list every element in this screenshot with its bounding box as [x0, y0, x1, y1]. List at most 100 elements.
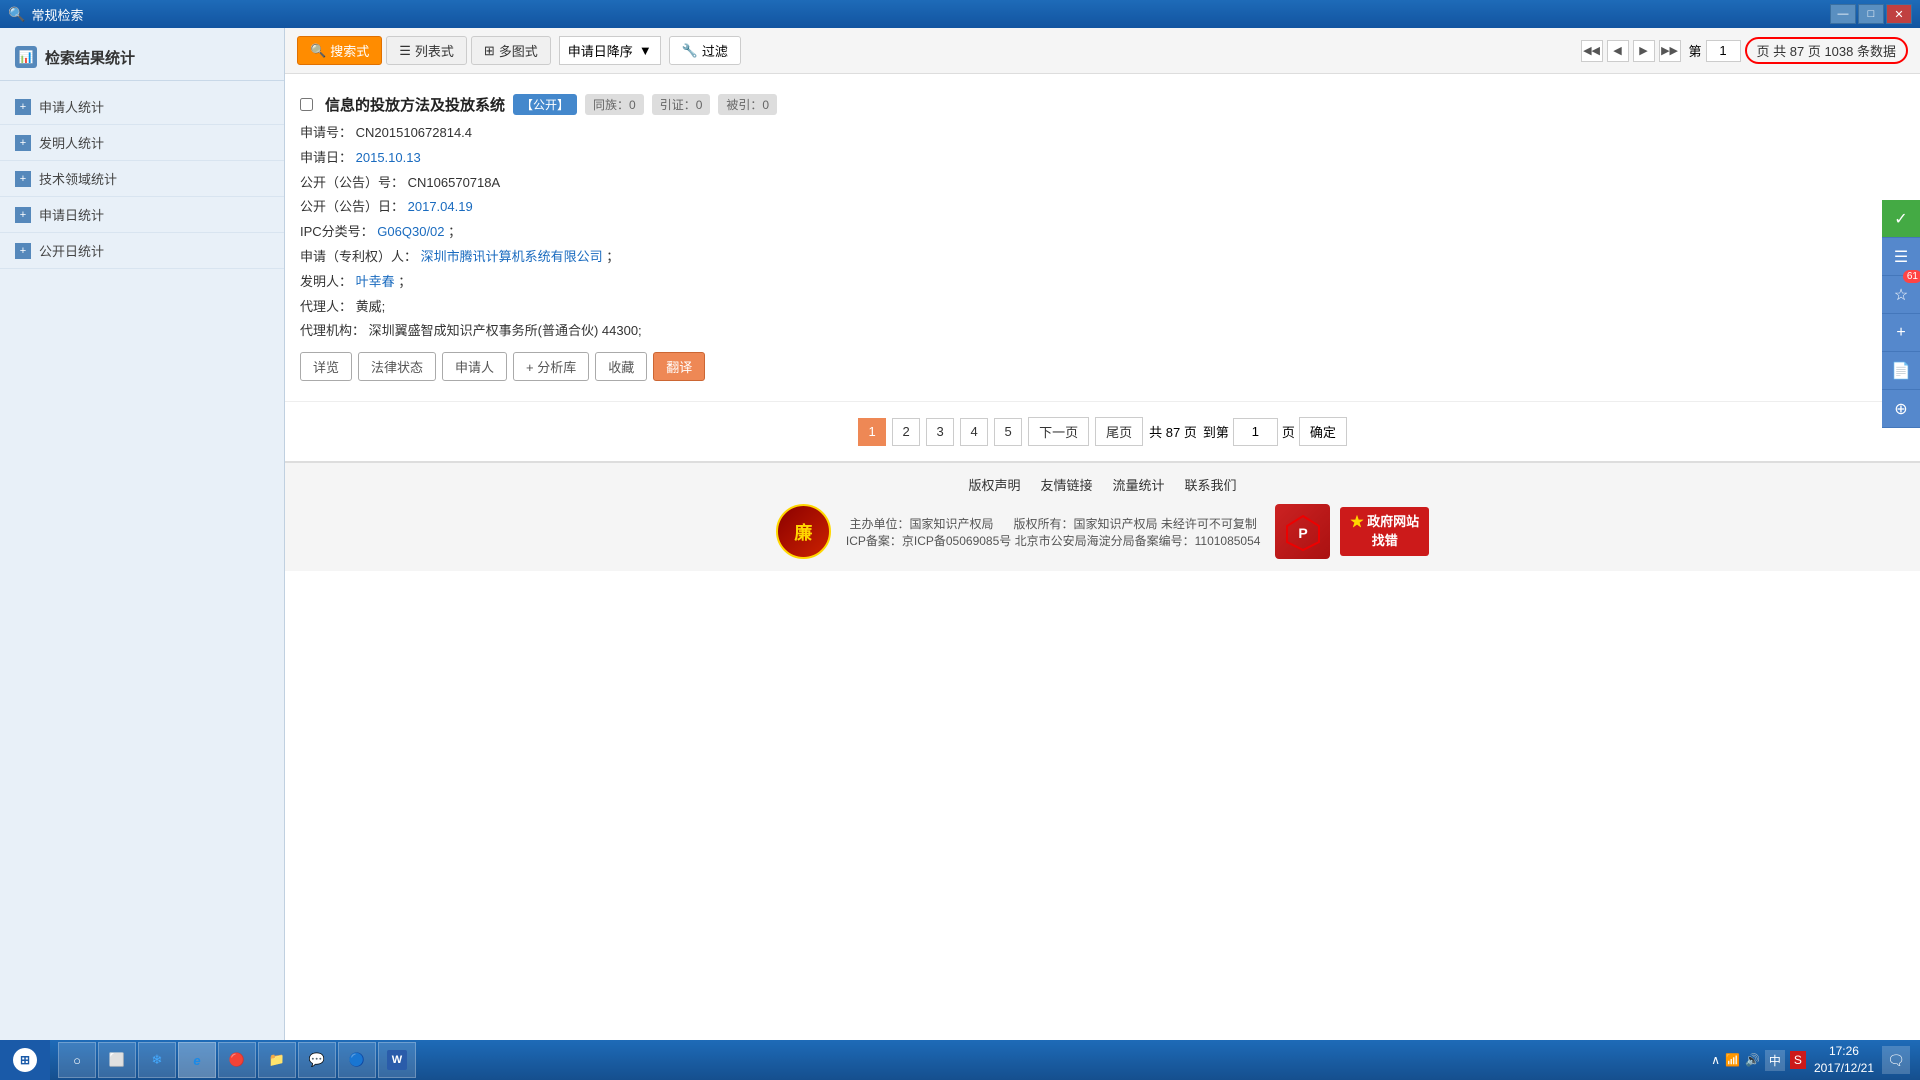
folder-app-icon: 📁 — [267, 1050, 287, 1070]
float-plus2-button[interactable]: ⊕ — [1882, 390, 1920, 428]
sort-dropdown[interactable]: 申请日降序 ▼ — [559, 36, 661, 65]
float-plus-button[interactable]: + — [1882, 314, 1920, 352]
inventor-link[interactable]: 叶幸春 — [356, 274, 395, 289]
page-number-input[interactable] — [1706, 40, 1741, 62]
taskbar-app-blue[interactable]: 🔵 — [338, 1042, 376, 1078]
blue-app-icon: 🔵 — [347, 1050, 367, 1070]
grid-mode-button[interactable]: ⊞ 多图式 — [471, 36, 551, 65]
minimize-button[interactable]: — — [1830, 4, 1856, 24]
float-check-button[interactable]: ✓ — [1882, 200, 1920, 238]
taskbar-app-red[interactable]: 🔴 — [218, 1042, 256, 1078]
footer-link-friends[interactable]: 友情链接 — [1040, 475, 1092, 494]
taskbar: ⊞ ○ ⬜ ❄ e 🔴 📁 💬 🔵 W ∧ — [0, 1040, 1920, 1080]
patent-field-appdate: 申请日： 2015.10.13 — [300, 148, 1905, 169]
agency-label: 代理机构： — [300, 323, 365, 338]
nav-first-button[interactable]: ◀◀ — [1581, 40, 1603, 62]
analyze-button[interactable]: + 分析库 — [513, 352, 589, 381]
last-page-button[interactable]: 尾页 — [1095, 417, 1143, 446]
window-controls: — □ ✕ — [1830, 4, 1912, 24]
patent-field-pubno: 公开（公告）号： CN106570718A — [300, 173, 1905, 194]
taskbar-app-cool[interactable]: ❄ — [138, 1042, 176, 1078]
expand-icon-tech: + — [15, 171, 31, 187]
search-mode-button[interactable]: 🔍 搜索式 — [297, 36, 382, 65]
total-pages-text: 共 87 页 — [1149, 422, 1197, 441]
footer-logo-area: 廉 主办单位：国家知识产权局 版权所有：国家知识产权局 未经许可不可复制 ICP… — [776, 504, 1429, 559]
pagination-nav: ◀◀ ◀ ▶ ▶▶ 第 页 共 87 页 1038 条数据 — [1581, 37, 1908, 64]
translate-button[interactable]: 翻译 — [653, 352, 705, 381]
taskbar-app-view[interactable]: ⬜ — [98, 1042, 136, 1078]
sidebar-header-icon: 📊 — [15, 46, 37, 68]
tray-ime-name[interactable]: S — [1790, 1051, 1806, 1069]
app-no-value: CN201510672814.4 — [356, 125, 472, 140]
applicant-label: 申请（专利权）人： — [300, 249, 417, 264]
patent-item: 信息的投放方法及投放系统 【公开】 同族：0 引证：0 被引：0 申请号： CN… — [300, 84, 1905, 391]
sidebar-item-inventor[interactable]: + 发明人统计 — [0, 125, 284, 161]
titlebar-icon: 🔍 — [8, 6, 25, 23]
footer-link-traffic[interactable]: 流量统计 — [1113, 475, 1165, 494]
pub-date-link[interactable]: 2017.04.19 — [408, 199, 473, 214]
ipc-label: IPC分类号： — [300, 224, 374, 239]
sidebar-title: 检索结果统计 — [45, 47, 135, 68]
tray-expand[interactable]: ∧ — [1711, 1053, 1720, 1067]
close-button[interactable]: ✕ — [1886, 4, 1912, 24]
float-doc-button[interactable]: 📄 — [1882, 352, 1920, 390]
taskbar-app-word[interactable]: W — [378, 1042, 416, 1078]
footer: 版权声明 友情链接 流量统计 联系我们 廉 主办单位：国家知识产权局 版权所有：… — [285, 461, 1920, 571]
tray-network: 📶 — [1725, 1053, 1740, 1067]
applicant-button[interactable]: 申请人 — [442, 352, 507, 381]
next-page-button[interactable]: 下一页 — [1028, 417, 1089, 446]
sidebar-item-appdate[interactable]: + 申请日统计 — [0, 197, 284, 233]
sidebar-item-tech[interactable]: + 技术领域统计 — [0, 161, 284, 197]
filter-button[interactable]: 🔧 过滤 — [669, 36, 741, 65]
grid-mode-icon: ⊞ — [484, 43, 495, 59]
taskbar-app-ie[interactable]: e — [178, 1042, 216, 1078]
sidebar-item-label-appdate: 申请日统计 — [39, 205, 104, 224]
footer-info: 廉 主办单位：国家知识产权局 版权所有：国家知识产权局 未经许可不可复制 ICP… — [285, 504, 1920, 559]
nav-next-button[interactable]: ▶ — [1633, 40, 1655, 62]
bottom-pagination: 1 2 3 4 5 下一页 尾页 共 87 页 到第 页 确定 — [285, 401, 1920, 461]
notify-button[interactable]: 🗨 — [1882, 1046, 1910, 1074]
applicant-link[interactable]: 深圳市腾讯计算机系统有限公司 — [421, 249, 603, 264]
goto-input[interactable] — [1233, 418, 1278, 446]
page-num-2[interactable]: 2 — [892, 418, 920, 446]
float-count-badge: 61 — [1903, 270, 1920, 283]
footer-link-copyright[interactable]: 版权声明 — [968, 475, 1020, 494]
gov-badge-star: ★ — [1350, 514, 1363, 529]
page-label: 页 — [1282, 422, 1295, 441]
float-star-button[interactable]: ☆ 61 — [1882, 276, 1920, 314]
footer-links: 版权声明 友情链接 流量统计 联系我们 — [285, 475, 1920, 494]
page-num-5[interactable]: 5 — [994, 418, 1022, 446]
collect-button[interactable]: 收藏 — [595, 352, 647, 381]
start-button[interactable]: ⊞ — [0, 1040, 50, 1080]
page-num-4[interactable]: 4 — [960, 418, 988, 446]
list-mode-button[interactable]: ☰ 列表式 — [386, 36, 467, 65]
view-app-icon: ⬜ — [107, 1050, 127, 1070]
sidebar-item-pubdate[interactable]: + 公开日统计 — [0, 233, 284, 269]
nav-last-button[interactable]: ▶▶ — [1659, 40, 1681, 62]
tag-cited: 被引：0 — [718, 94, 777, 115]
nav-prev-button[interactable]: ◀ — [1607, 40, 1629, 62]
patent-field-agent: 代理人： 黄威; — [300, 297, 1905, 318]
clock[interactable]: 17:26 2017/12/21 — [1814, 1043, 1874, 1077]
expand-icon-applicant: + — [15, 99, 31, 115]
page-num-1[interactable]: 1 — [858, 418, 886, 446]
taskbar-app-search[interactable]: ○ — [58, 1042, 96, 1078]
tray-ime-lang[interactable]: 中 — [1765, 1050, 1785, 1071]
goto-confirm-button[interactable]: 确定 — [1299, 417, 1347, 446]
red-app-icon: 🔴 — [227, 1050, 247, 1070]
sidebar-item-applicant[interactable]: + 申请人统计 — [0, 89, 284, 125]
ipc-link[interactable]: G06Q30/02 — [377, 224, 444, 239]
page-total-highlight: 页 共 87 页 1038 条数据 — [1745, 37, 1908, 64]
goto-label: 到第 — [1203, 422, 1229, 441]
taskbar-app-wechat[interactable]: 💬 — [298, 1042, 336, 1078]
search-app-icon: ○ — [67, 1050, 87, 1070]
detail-button[interactable]: 详览 — [300, 352, 352, 381]
patent-checkbox[interactable] — [300, 98, 313, 111]
footer-link-contact[interactable]: 联系我们 — [1185, 475, 1237, 494]
taskbar-app-folder[interactable]: 📁 — [258, 1042, 296, 1078]
legal-button[interactable]: 法律状态 — [358, 352, 436, 381]
maximize-button[interactable]: □ — [1858, 4, 1884, 24]
patent-field-appno: 申请号： CN201510672814.4 — [300, 123, 1905, 144]
app-date-link[interactable]: 2015.10.13 — [356, 150, 421, 165]
page-num-3[interactable]: 3 — [926, 418, 954, 446]
